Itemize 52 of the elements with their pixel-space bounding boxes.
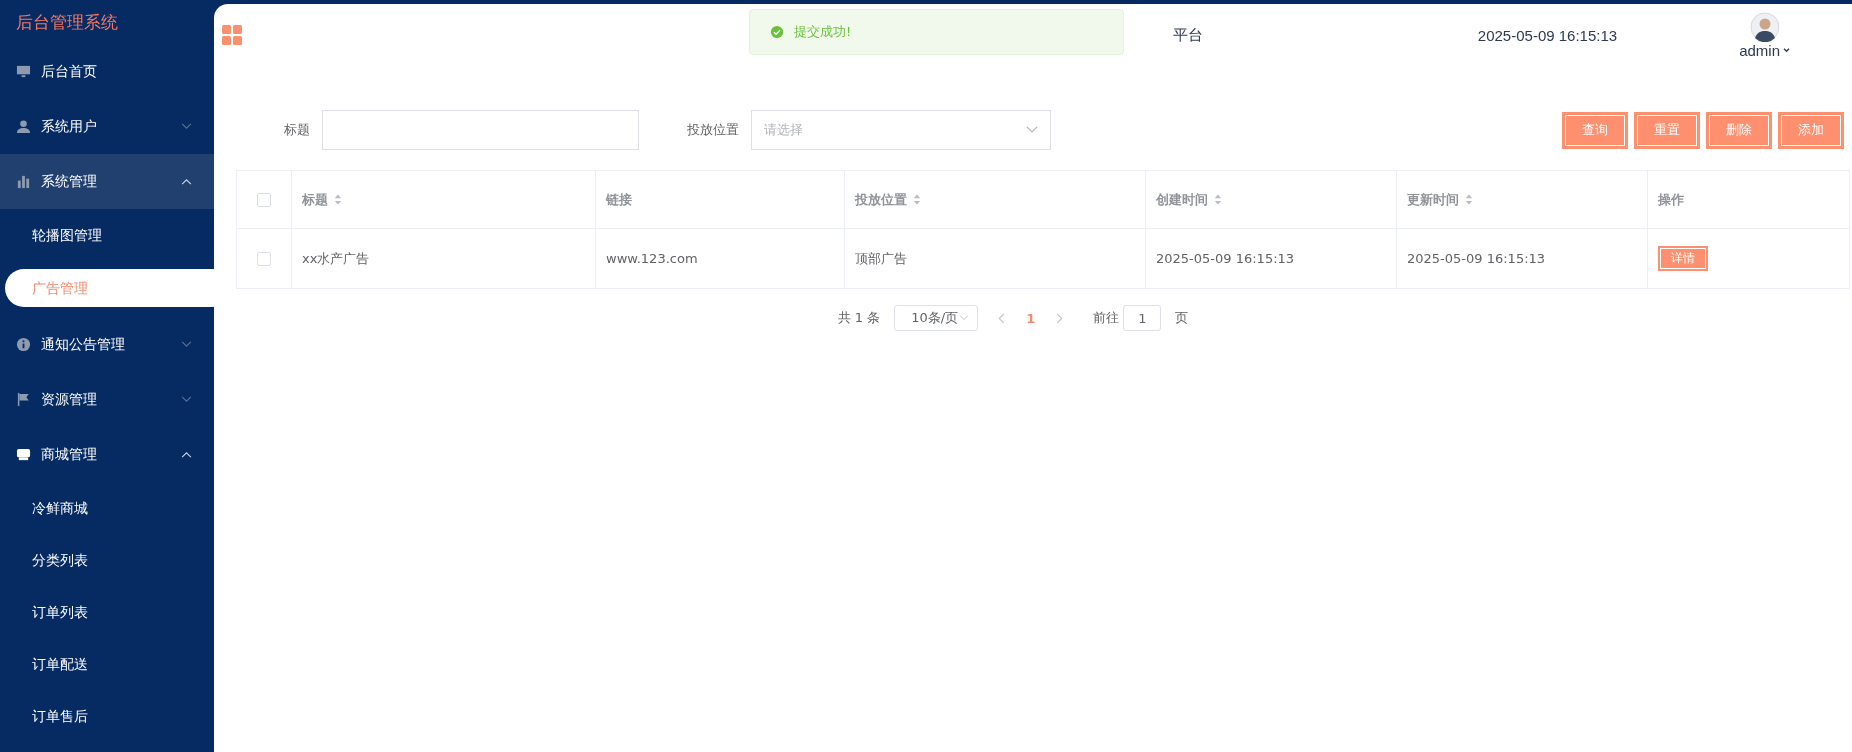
total-count: 共 1 条: [837, 309, 881, 327]
check-circle-icon: [770, 25, 784, 39]
table-cell: 2025-05-09 16:15:13: [1396, 229, 1647, 288]
menu-item[interactable]: 系统管理: [0, 154, 214, 209]
filter-label: 投放位置: [687, 121, 739, 139]
page-suffix: 页: [1175, 309, 1189, 327]
page-jump-field[interactable]: 1: [1123, 305, 1162, 331]
column-header[interactable]: 标题: [291, 171, 595, 228]
flag-icon: [16, 392, 31, 407]
chevron-down-icon: [959, 315, 970, 321]
monitor-icon: [16, 64, 31, 79]
previous-page-icon[interactable]: [998, 312, 1007, 324]
caret-icon: [1783, 47, 1790, 53]
menu-item[interactable]: 系统用户: [0, 99, 214, 154]
filter-label: 标题: [284, 121, 310, 139]
chevron-down-icon: [1026, 126, 1038, 134]
info-icon: [16, 337, 31, 352]
toast-message: 提交成功!: [794, 23, 852, 41]
user-menu[interactable]: admin: [1739, 41, 1790, 59]
submenu-item[interactable]: 订单售后: [0, 690, 214, 742]
select-all-checkbox[interactable]: [257, 192, 271, 207]
grid-menu-icon[interactable]: [222, 25, 242, 45]
menu-item[interactable]: 通知公告管理: [0, 317, 214, 372]
table-cell: 顶部广告: [844, 229, 1145, 288]
title-field[interactable]: [322, 110, 639, 150]
submenu-item[interactable]: 订单列表: [0, 586, 214, 638]
menu-item[interactable]: 商城管理: [0, 427, 214, 482]
goto-label: 前往: [1093, 309, 1120, 327]
table-cell: www.123.com: [595, 229, 844, 288]
table-cell: xx水产广告: [291, 229, 595, 288]
column-header[interactable]: 投放位置: [844, 171, 1145, 228]
submenu-item[interactable]: 分类列表: [0, 534, 214, 586]
user-icon: [16, 119, 31, 134]
column-header[interactable]: 更新时间: [1396, 171, 1647, 228]
page-size-select[interactable]: 10条/页: [894, 305, 979, 331]
row-checkbox[interactable]: [257, 251, 271, 266]
table-cell: 2025-05-09 16:15:13: [1145, 229, 1396, 288]
app-title: 后台管理系统: [15, 11, 119, 34]
next-page-icon[interactable]: [1055, 312, 1064, 324]
column-header[interactable]: 链接: [595, 171, 844, 228]
store-icon: [16, 447, 31, 462]
bar-chart-icon: [16, 174, 31, 189]
column-header[interactable]: 创建时间: [1145, 171, 1396, 228]
menu-item[interactable]: 后台首页: [0, 44, 214, 99]
column-header[interactable]: 操作: [1647, 171, 1849, 228]
submenu-item[interactable]: 冷鲜商城: [0, 482, 214, 534]
menu-item[interactable]: 资源管理: [0, 372, 214, 427]
site-title: 平台: [1172, 25, 1203, 45]
submenu-item[interactable]: 订单配送: [0, 638, 214, 690]
submenu-item[interactable]: 轮播图管理: [0, 209, 214, 261]
date-time: 2025-05-09 16:15:13: [1477, 26, 1618, 44]
avatar[interactable]: [1749, 11, 1780, 42]
